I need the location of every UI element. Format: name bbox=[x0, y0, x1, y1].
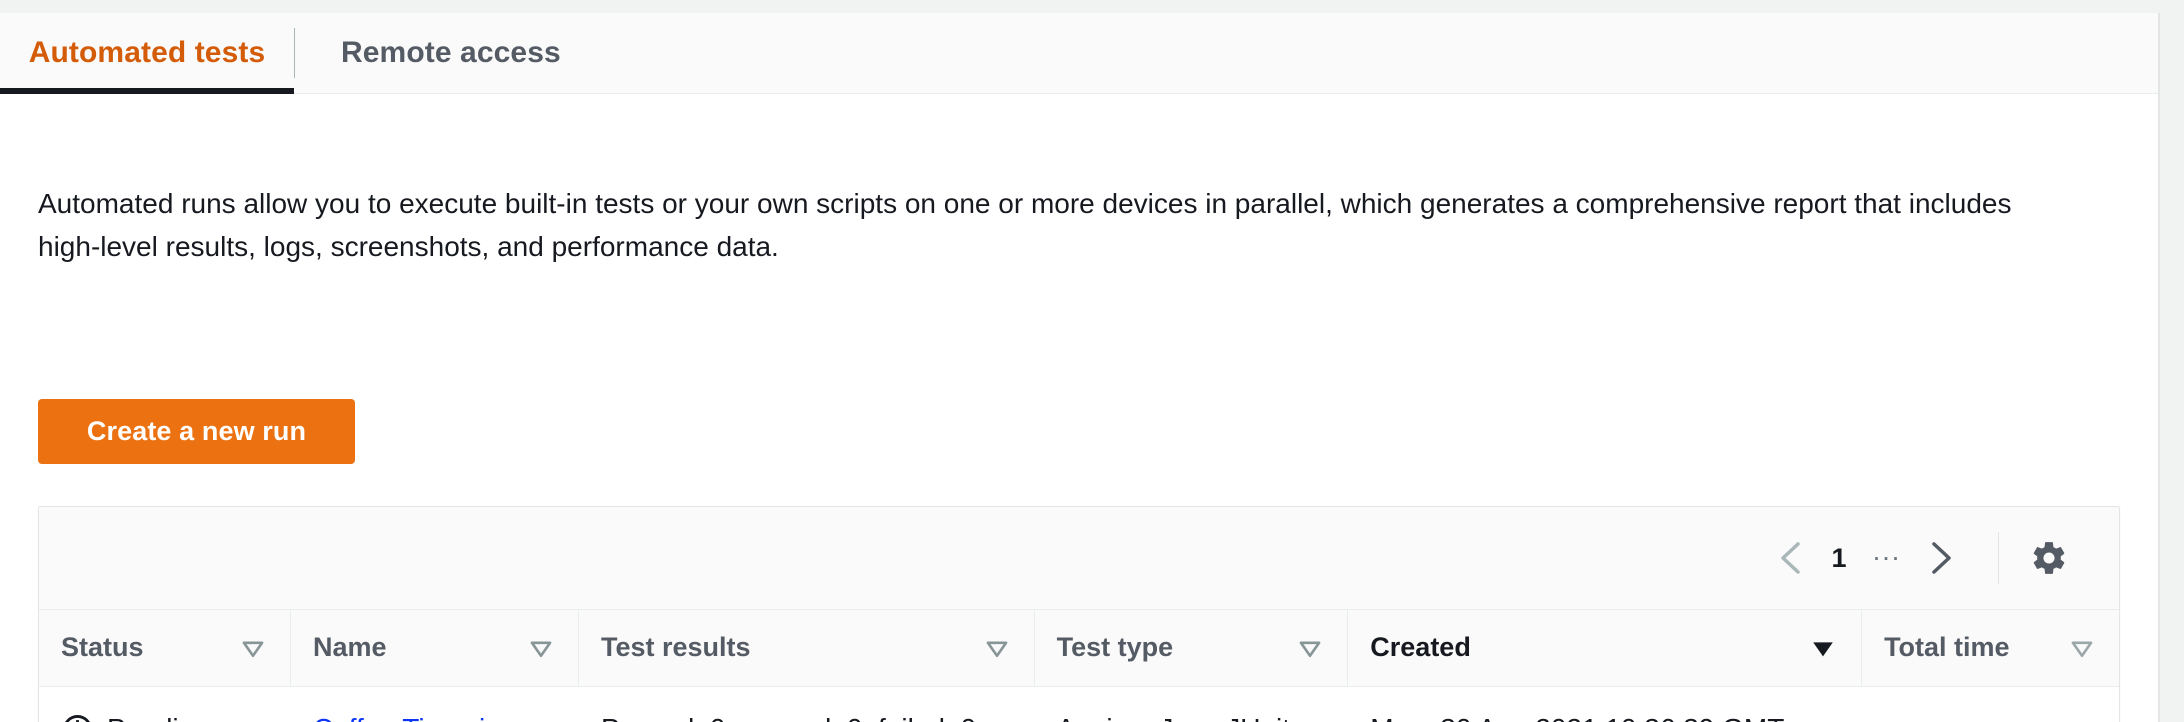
table-row[interactable]: Pending Coffee Timer.ipa Passed: 0, erro… bbox=[39, 686, 2119, 722]
sort-triangle-icon bbox=[986, 641, 1008, 657]
table-toolbar: 1 ... bbox=[39, 507, 2119, 610]
runs-table-container: 1 ... Status Name Test results Test type… bbox=[38, 506, 2120, 722]
cell-total-time: - bbox=[1862, 686, 2119, 722]
content-panel: Automated tests Remote access Automated … bbox=[0, 13, 2160, 722]
gear-icon bbox=[2033, 542, 2065, 574]
column-header-created[interactable]: Created bbox=[1347, 610, 1863, 687]
column-header-test-type-label: Test type bbox=[1056, 632, 1174, 663]
column-header-name-label: Name bbox=[312, 632, 387, 663]
page-description: Automated runs allow you to execute buil… bbox=[38, 188, 2012, 262]
sort-triangle-icon bbox=[1299, 641, 1321, 657]
pagination-next-button[interactable] bbox=[1914, 531, 1968, 585]
tab-bar: Automated tests Remote access bbox=[0, 13, 2158, 94]
tab-remote-access-label: Remote access bbox=[341, 36, 561, 69]
table-settings-button[interactable] bbox=[2021, 530, 2077, 586]
column-header-status[interactable]: Status bbox=[39, 610, 291, 687]
status-text: Pending bbox=[107, 713, 210, 722]
column-header-status-label: Status bbox=[61, 632, 144, 663]
sort-triangle-icon bbox=[2071, 641, 2092, 657]
tab-active-underline bbox=[0, 87, 294, 94]
column-header-created-label: Created bbox=[1370, 632, 1471, 663]
clock-icon bbox=[64, 714, 91, 722]
column-header-total-time[interactable]: Total time bbox=[1861, 610, 2119, 687]
toolbar-divider bbox=[1998, 532, 1999, 584]
table-header-row: Status Name Test results Test type Creat… bbox=[39, 610, 2119, 687]
tab-remote-access[interactable]: Remote access bbox=[295, 13, 607, 94]
sort-triangle-filled-icon bbox=[1813, 642, 1833, 657]
cell-status: Pending bbox=[39, 686, 290, 722]
page-root: Automated tests Remote access Automated … bbox=[0, 0, 2184, 722]
table-body: Pending Coffee Timer.ipa Passed: 0, erro… bbox=[39, 686, 2119, 722]
sort-triangle-icon bbox=[242, 641, 264, 657]
chevron-left-icon bbox=[1781, 542, 1800, 574]
run-name-link[interactable]: Coffee Timer.ipa bbox=[313, 713, 516, 722]
pagination-previous-button[interactable] bbox=[1764, 531, 1818, 585]
column-header-total-time-label: Total time bbox=[1884, 632, 2010, 663]
pagination-ellipsis[interactable]: ... bbox=[1860, 536, 1914, 581]
chevron-right-icon bbox=[1932, 542, 1951, 574]
column-header-name[interactable]: Name bbox=[290, 610, 579, 687]
column-header-test-results-label: Test results bbox=[600, 632, 751, 663]
pagination-page-1[interactable]: 1 bbox=[1818, 543, 1860, 574]
pagination: 1 ... bbox=[1764, 507, 2119, 609]
tab-automated-tests-label: Automated tests bbox=[28, 36, 266, 69]
column-header-test-type[interactable]: Test type bbox=[1034, 610, 1349, 687]
runs-table: Status Name Test results Test type Creat… bbox=[39, 610, 2119, 722]
cell-created: Mon, 30 Aug 2021 10:36:39 GMT bbox=[1348, 686, 1862, 722]
sort-triangle-icon bbox=[530, 641, 552, 657]
cell-test-results: Passed: 0, errored: 0, failed: 0 bbox=[578, 686, 1034, 722]
table-head: Status Name Test results Test type Creat… bbox=[39, 610, 2119, 687]
create-a-new-run-button[interactable]: Create a new run bbox=[38, 399, 355, 464]
tab-automated-tests[interactable]: Automated tests bbox=[0, 13, 294, 94]
column-header-test-results[interactable]: Test results bbox=[578, 610, 1035, 687]
cell-name: Coffee Timer.ipa bbox=[290, 686, 578, 722]
cell-test-type: Appium Java JUnit bbox=[1034, 686, 1348, 722]
